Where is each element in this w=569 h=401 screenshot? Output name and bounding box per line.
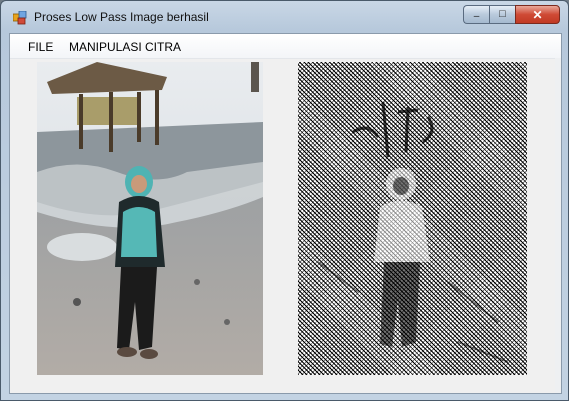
app-icon[interactable] bbox=[12, 10, 29, 25]
title-bar[interactable]: Proses Low Pass Image berhasil – □ ✕ bbox=[1, 1, 568, 33]
close-button[interactable]: ✕ bbox=[515, 5, 560, 24]
maximize-icon: □ bbox=[499, 8, 506, 20]
minimize-icon: – bbox=[473, 10, 480, 22]
right-edge-strip bbox=[555, 58, 561, 393]
photo-beach-girl-icon bbox=[37, 62, 263, 375]
window-title: Proses Low Pass Image berhasil bbox=[34, 10, 209, 24]
caption-buttons: – □ ✕ bbox=[463, 5, 560, 25]
maximize-button[interactable]: □ bbox=[489, 5, 515, 24]
filtered-image bbox=[298, 62, 527, 375]
close-icon: ✕ bbox=[532, 7, 543, 22]
original-image bbox=[37, 62, 263, 375]
minimize-button[interactable]: – bbox=[463, 5, 489, 24]
app-window: Proses Low Pass Image berhasil – □ ✕ FIL… bbox=[0, 0, 569, 401]
menu-file[interactable]: FILE bbox=[28, 40, 53, 54]
menu-bar: FILE MANIPULASI CITRA bbox=[10, 34, 561, 59]
client-area: FILE MANIPULASI CITRA bbox=[9, 33, 562, 394]
menu-manipulasi-citra[interactable]: MANIPULASI CITRA bbox=[69, 40, 181, 54]
photo-low-pass-result-icon bbox=[317, 101, 509, 363]
